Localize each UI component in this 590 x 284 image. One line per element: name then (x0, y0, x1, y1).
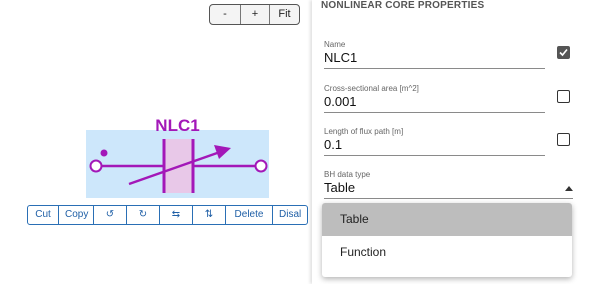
bh-type-underline (324, 198, 573, 199)
name-label: Name (324, 40, 346, 49)
length-label: Length of flux path [m] (324, 127, 404, 136)
length-underline (324, 155, 545, 156)
copy-button[interactable]: Copy (59, 206, 94, 224)
dropdown-option-function[interactable]: Function (322, 236, 572, 269)
panel-title: NONLINEAR CORE PROPERTIES (321, 0, 485, 11)
nonlinear-core-symbol[interactable] (0, 0, 312, 284)
bh-type-value[interactable]: Table (324, 180, 573, 195)
chevron-up-icon[interactable] (565, 186, 573, 191)
area-checkbox[interactable] (557, 90, 570, 103)
bh-type-dropdown: Table Function (322, 203, 572, 277)
flip-horizontal-icon[interactable]: ⇆ (160, 206, 193, 224)
delete-button[interactable]: Delete (226, 206, 273, 224)
variable-arrowhead (214, 145, 231, 159)
bh-type-select[interactable]: BH data type Table (324, 170, 573, 199)
properties-panel: NONLINEAR CORE PROPERTIES Name NLC1 Cros… (312, 0, 590, 284)
rotate-right-icon[interactable]: ↻ (127, 206, 160, 224)
name-value[interactable]: NLC1 (324, 50, 545, 65)
area-label: Cross-sectional area [m^2] (324, 84, 419, 93)
length-value[interactable]: 0.1 (324, 137, 545, 152)
cut-button[interactable]: Cut (28, 206, 59, 224)
flip-vertical-icon[interactable]: ⇅ (193, 206, 226, 224)
disable-button[interactable]: Disal (273, 206, 307, 224)
checkmark-icon (559, 48, 568, 57)
name-underline (324, 68, 545, 69)
name-checkbox[interactable] (557, 46, 570, 59)
polarity-dot (100, 149, 108, 157)
area-value[interactable]: 0.001 (324, 94, 545, 109)
length-checkbox[interactable] (557, 133, 570, 146)
area-field[interactable]: Cross-sectional area [m^2] 0.001 (324, 84, 545, 113)
rotate-left-icon[interactable]: ↺ (94, 206, 127, 224)
name-field[interactable]: Name NLC1 (324, 40, 545, 69)
bh-type-label: BH data type (324, 170, 371, 179)
component-toolbar: Cut Copy ↺ ↻ ⇆ ⇅ Delete Disal (27, 205, 308, 225)
schematic-canvas[interactable]: - + Fit NLC1 Cut Copy ↺ ↻ ⇆ ⇅ Delete Dis… (0, 0, 312, 284)
dropdown-option-table[interactable]: Table (322, 203, 572, 236)
right-terminal (254, 159, 268, 173)
left-terminal (89, 159, 103, 173)
length-field[interactable]: Length of flux path [m] 0.1 (324, 127, 545, 156)
area-underline (324, 112, 545, 113)
